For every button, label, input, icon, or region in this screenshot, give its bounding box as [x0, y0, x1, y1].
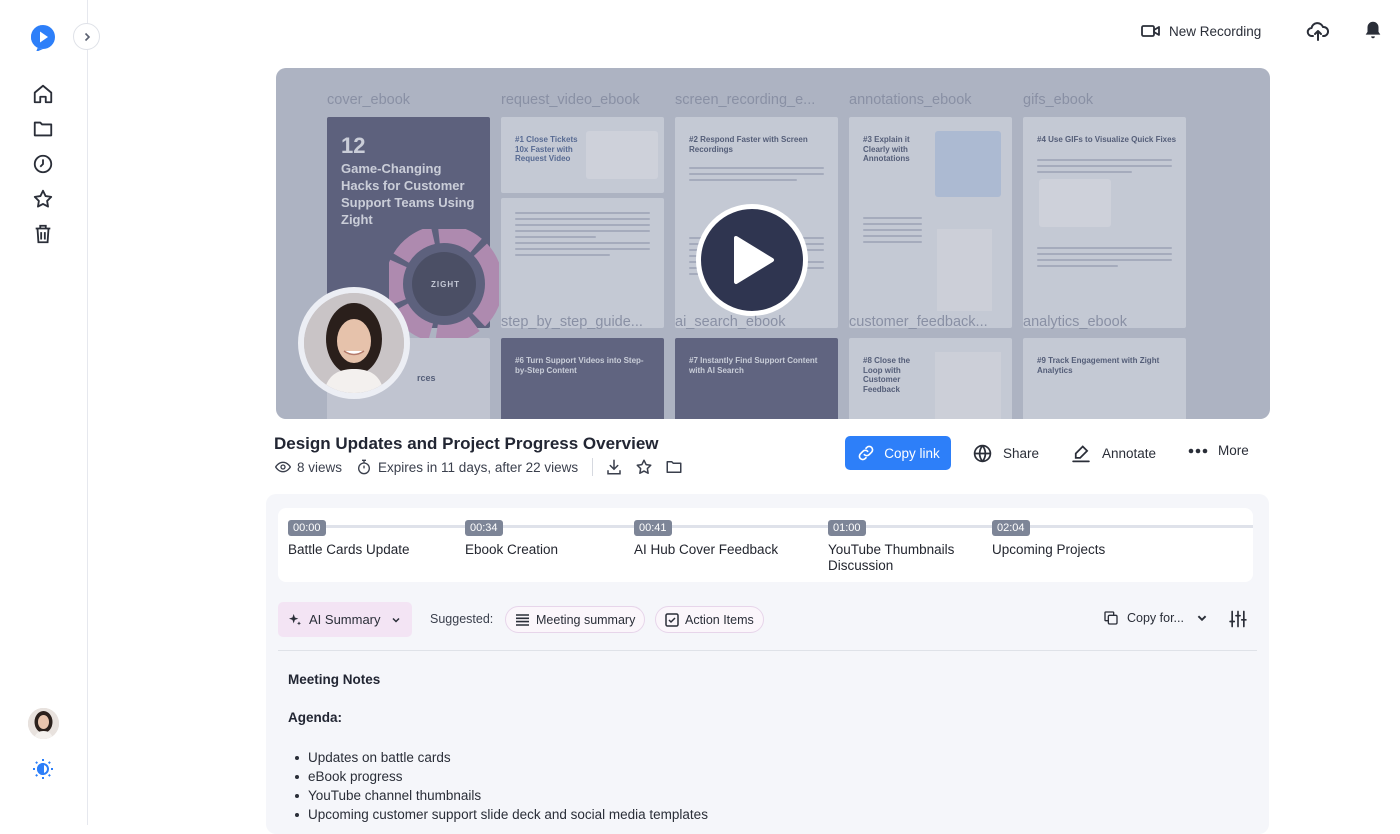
annotate-button[interactable]: Annotate: [1070, 443, 1156, 464]
summary-divider: [278, 650, 1257, 651]
home-icon[interactable]: [31, 82, 55, 106]
list-item: Upcoming customer support slide deck and…: [295, 805, 708, 824]
expiration-info: Expires in 11 days, after 22 views: [356, 459, 578, 475]
clock-icon[interactable]: [31, 152, 55, 176]
list-lines-icon: [515, 613, 530, 627]
meeting-summary-chip[interactable]: Meeting summary: [505, 606, 646, 633]
sliders-settings-icon[interactable]: [1228, 609, 1248, 629]
stopwatch-icon: [356, 459, 372, 475]
agenda-list: Updates on battle cards eBook progress Y…: [295, 748, 708, 824]
download-icon[interactable]: [605, 458, 623, 476]
star-icon[interactable]: [31, 187, 55, 211]
new-recording-label: New Recording: [1169, 23, 1262, 39]
list-item: eBook progress: [295, 767, 708, 786]
copy-for-dropdown[interactable]: Copy for...: [1103, 610, 1208, 626]
list-item: Updates on battle cards: [295, 748, 708, 767]
recording-title: Design Updates and Project Progress Over…: [274, 434, 659, 453]
sidebar-expand-button[interactable]: [73, 23, 100, 50]
ai-summary-dropdown[interactable]: AI Summary: [278, 602, 412, 637]
user-avatar[interactable]: [28, 708, 59, 739]
presenter-avatar: [298, 287, 410, 399]
list-item: YouTube channel thumbnails: [295, 786, 708, 805]
globe-icon: [972, 443, 993, 464]
views-count: 8 views: [275, 459, 342, 475]
trash-icon[interactable]: [31, 222, 55, 246]
upload-cloud-icon[interactable]: [1306, 19, 1330, 43]
chapter-item[interactable]: 00:41 AI Hub Cover Feedback: [634, 518, 784, 558]
more-dots-icon: [1188, 448, 1208, 454]
agenda-heading: Agenda:: [288, 710, 342, 725]
chapters-timeline: 00:00 Battle Cards Update 00:34 Ebook Cr…: [278, 508, 1253, 582]
chevron-down-icon: [1196, 612, 1208, 624]
recording-meta: 8 views Expires in 11 days, after 22 vie…: [275, 458, 695, 476]
chapter-item[interactable]: 01:00 YouTube Thumbnails Discussion: [828, 518, 978, 574]
action-items-chip[interactable]: Action Items: [655, 606, 764, 633]
link-icon: [856, 443, 876, 463]
notifications-bell-icon[interactable]: [1362, 19, 1384, 41]
eye-icon: [275, 459, 291, 475]
new-recording-button[interactable]: New Recording: [1141, 20, 1261, 42]
theme-toggle-icon[interactable]: [31, 757, 55, 781]
zight-logo-icon[interactable]: [29, 23, 57, 51]
play-icon: [734, 236, 774, 284]
checkbox-icon: [665, 612, 679, 627]
chapter-item[interactable]: 00:00 Battle Cards Update: [288, 518, 438, 558]
sidebar: [0, 0, 88, 825]
video-camera-icon: [1141, 23, 1161, 39]
meeting-notes-heading: Meeting Notes: [288, 672, 381, 687]
favorite-star-icon[interactable]: [635, 458, 653, 476]
folder-icon[interactable]: [31, 117, 55, 141]
play-button[interactable]: [696, 204, 808, 316]
suggested-label: Suggested:: [430, 612, 494, 626]
share-button[interactable]: Share: [972, 443, 1039, 464]
chapter-item[interactable]: 02:04 Upcoming Projects: [992, 518, 1142, 558]
sparkle-icon: [287, 612, 303, 628]
chapter-item[interactable]: 00:34 Ebook Creation: [465, 518, 615, 558]
more-button[interactable]: More: [1188, 443, 1249, 458]
annotate-pen-icon: [1070, 443, 1092, 464]
move-to-folder-icon[interactable]: [665, 458, 683, 476]
chevron-down-icon: [391, 615, 401, 625]
copy-link-button[interactable]: Copy link: [845, 436, 951, 470]
copy-icon: [1103, 610, 1119, 626]
meta-divider: [592, 458, 594, 476]
